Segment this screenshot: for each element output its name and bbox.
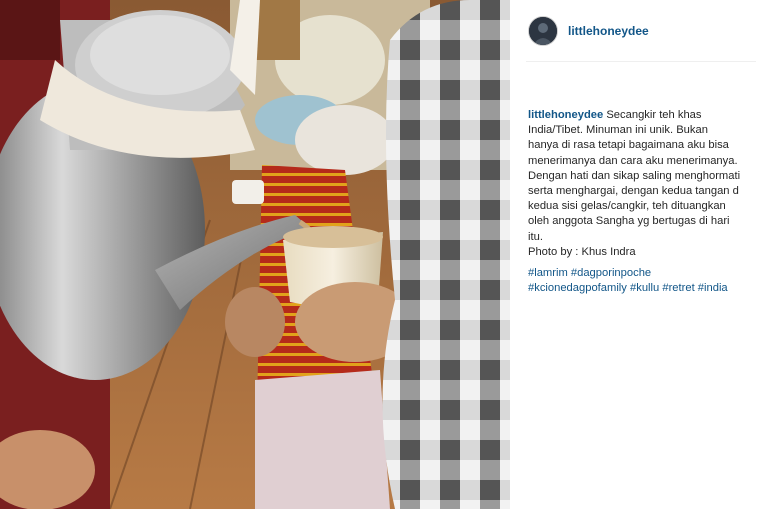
caption-line: serta menghargai, dengan kedua tangan d [528,185,739,198]
caption-line: hanya di rasa tetapi bagaimana aku bisa [528,139,729,152]
hashtag-link-lamrim[interactable]: #lamrim [528,267,568,279]
profile-photo-icon [529,16,557,45]
photo-credit: Photo by : Khus Indra [528,245,636,258]
caption-line: menerimanya dan cara aku menerimanya. [528,154,738,167]
caption-line-1: littlehoneydee Secangkir teh khas [528,108,764,123]
tea-pouring-photo [0,0,510,509]
hashtag-link-kullu[interactable]: #kullu [630,282,659,294]
post-photo[interactable] [0,0,510,509]
caption-line: oleh anggota Sangha yg bertugas di hari [528,215,730,228]
hashtag-link-retret[interactable]: #retret [662,282,694,294]
caption-username-link[interactable]: littlehoneydee [528,109,603,121]
username-link[interactable]: littlehoneydee [568,24,649,38]
caption-line: Dengan hati dan sikap saling menghormati [528,169,741,182]
caption-line: India/Tibet. Minuman ini unik. Bukan [528,124,708,137]
caption-line: kedua sisi gelas/cangkir, teh dituangkan [528,200,726,213]
hashtag-list: #lamrim #dagporinpoche #kcionedagpofamil… [528,266,768,296]
hashtag-link-dagporinpoche[interactable]: #dagporinpoche [571,267,651,279]
hashtag-line: #lamrim #dagporinpoche [528,266,768,281]
post-sidebar: littlehoneydee littlehoneydee Secangkir … [510,0,774,509]
instagram-post: littlehoneydee littlehoneydee Secangkir … [0,0,774,509]
hashtag-link-kcionedagpofamily[interactable]: #kcionedagpofamily [528,282,627,294]
hashtag-line: #kcionedagpofamily #kullu #retret #india [528,281,768,296]
caption-text: Secangkir teh khas [606,109,702,121]
avatar[interactable] [528,15,558,46]
caption-line: itu. [528,230,543,243]
post-header: littlehoneydee [526,0,756,62]
hashtag-link-india[interactable]: #india [698,282,728,294]
post-caption: littlehoneydee Secangkir teh khas India/… [528,108,764,260]
